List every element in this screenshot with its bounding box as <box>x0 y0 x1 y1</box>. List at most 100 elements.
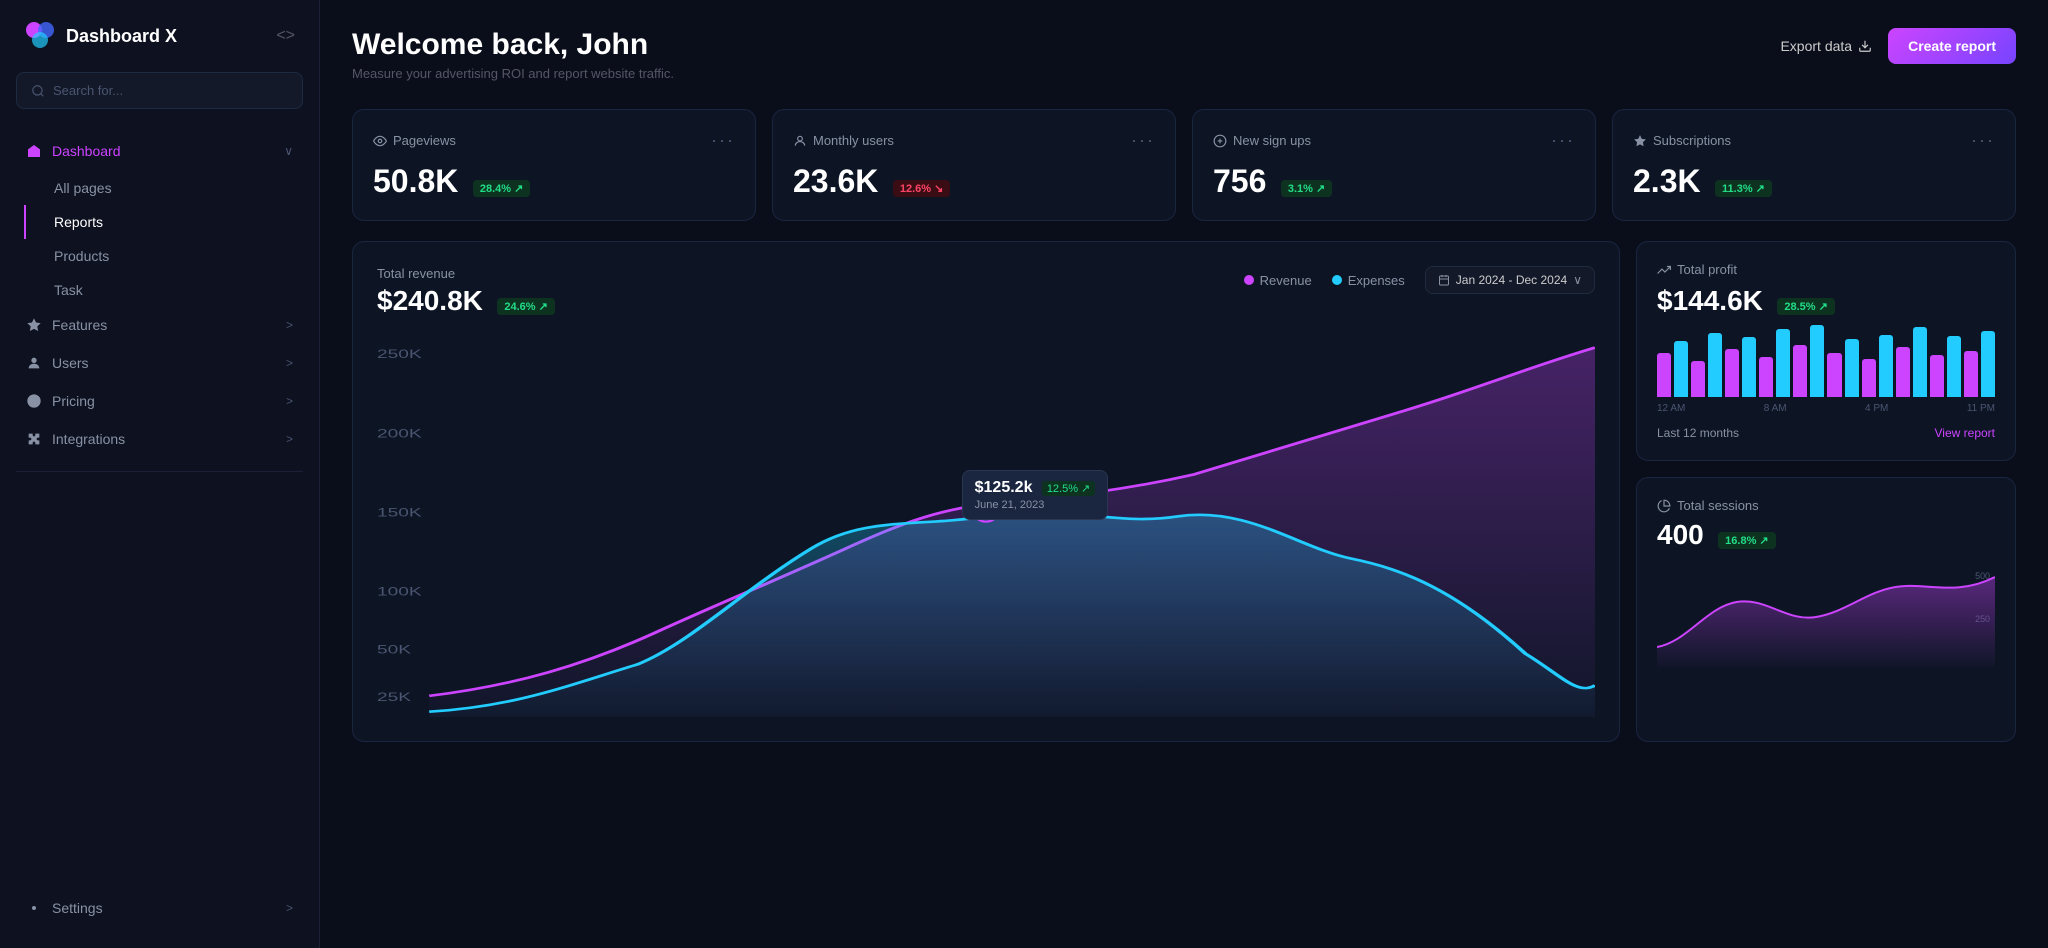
svg-text:150K: 150K <box>377 507 422 519</box>
sessions-chart-svg: 500 250 <box>1657 567 1995 667</box>
bar-item <box>1776 329 1790 397</box>
bar-item <box>1896 347 1910 397</box>
dollar-icon <box>26 393 42 409</box>
stats-grid: Pageviews ··· 50.8K 28.4% ↗ Monthly user… <box>352 109 2016 221</box>
bar-item <box>1810 325 1824 397</box>
legend-dot-revenue <box>1244 275 1254 285</box>
download-icon <box>1858 39 1872 53</box>
person-icon <box>793 134 807 148</box>
search-placeholder: Search for... <box>53 83 123 98</box>
sidebar-item-users-label: Users <box>52 355 89 371</box>
sidebar-item-integrations-label: Integrations <box>52 431 125 447</box>
bar-item <box>1708 333 1722 397</box>
header-text: Welcome back, John Measure your advertis… <box>352 28 674 81</box>
date-range-label: Jan 2024 - Dec 2024 <box>1456 273 1567 287</box>
revenue-right: Revenue Expenses Jan 2024 - Dec 2024 ∨ <box>1244 266 1595 294</box>
bar-item <box>1657 353 1671 397</box>
sidebar-item-dashboard[interactable]: Dashboard ∨ <box>12 133 307 169</box>
stat-menu-signups[interactable]: ··· <box>1551 130 1575 151</box>
stat-title-subscriptions: Subscriptions <box>1633 133 1731 148</box>
logo-icon <box>24 20 56 52</box>
stat-card-pageviews: Pageviews ··· 50.8K 28.4% ↗ <box>352 109 756 221</box>
sidebar-sub-reports[interactable]: Reports <box>24 205 307 239</box>
chevron-right-icon: > <box>286 318 293 332</box>
bar-item <box>1674 341 1688 397</box>
bar-item <box>1947 336 1961 397</box>
svg-text:25K: 25K <box>377 692 412 704</box>
sidebar-sub-task[interactable]: Task <box>24 273 307 307</box>
sidebar-item-dashboard-label: Dashboard <box>52 143 121 159</box>
sidebar-item-pricing-label: Pricing <box>52 393 95 409</box>
sidebar-sub-all-pages[interactable]: All pages <box>24 171 307 205</box>
stat-badge-pageviews: 28.4% ↗ <box>473 180 530 197</box>
revenue-badge: 24.6% ↗ <box>497 298 554 315</box>
sidebar-sub-products[interactable]: Products <box>24 239 307 273</box>
sidebar-item-pricing[interactable]: Pricing > <box>12 383 307 419</box>
eye-icon <box>373 134 387 148</box>
main-nav: Dashboard ∨ All pages Reports Products T… <box>0 133 319 459</box>
chevron-right-icon: > <box>286 901 293 915</box>
revenue-value: $240.8K <box>377 285 483 316</box>
revenue-chart-svg: 250K 200K 150K 100K 50K 25K <box>377 337 1595 717</box>
create-report-button[interactable]: Create report <box>1888 28 2016 64</box>
stat-badge-signups: 3.1% ↗ <box>1281 180 1332 197</box>
sidebar-item-settings[interactable]: Settings > <box>12 890 307 926</box>
sidebar-item-features[interactable]: Features > <box>12 307 307 343</box>
star-icon <box>26 317 42 333</box>
sidebar-bottom: Settings > <box>0 890 319 928</box>
profit-card: Total profit $144.6K 28.5% ↗ 12 AM 8 AM … <box>1636 241 2016 461</box>
header-actions: Export data Create report <box>1780 28 2016 64</box>
bar-item <box>1845 339 1859 397</box>
stat-menu-monthly-users[interactable]: ··· <box>1131 130 1155 151</box>
stat-card-monthly-users: Monthly users ··· 23.6K 12.6% ↘ <box>772 109 1176 221</box>
stat-badge-monthly-users: 12.6% ↘ <box>893 180 950 197</box>
view-report-link[interactable]: View report <box>1935 426 1995 440</box>
revenue-chart-area: 250K 200K 150K 100K 50K 25K <box>377 337 1595 717</box>
right-column: Total profit $144.6K 28.5% ↗ 12 AM 8 AM … <box>1636 241 2016 742</box>
profit-badge: 28.5% ↗ <box>1777 298 1834 315</box>
stat-title-monthly-users: Monthly users <box>793 133 894 148</box>
page-subtitle: Measure your advertising ROI and report … <box>352 66 674 81</box>
stat-value-signups: 756 <box>1213 163 1266 199</box>
export-data-button[interactable]: Export data <box>1780 38 1872 54</box>
date-range-picker[interactable]: Jan 2024 - Dec 2024 ∨ <box>1425 266 1595 294</box>
star-icon <box>1633 134 1647 148</box>
bar-item <box>1759 357 1773 397</box>
svg-text:50K: 50K <box>377 644 412 656</box>
sidebar-item-features-label: Features <box>52 317 107 333</box>
main-content: Welcome back, John Measure your advertis… <box>320 0 2048 948</box>
profit-footer: Last 12 months View report <box>1657 426 1995 440</box>
calendar-icon <box>1438 274 1450 286</box>
bar-item <box>1691 361 1705 397</box>
stat-title-pageviews: Pageviews <box>373 133 456 148</box>
pie-chart-icon <box>1657 499 1671 513</box>
profit-bar-chart <box>1657 317 1995 397</box>
sessions-header: Total sessions <box>1657 498 1995 513</box>
sidebar-item-users[interactable]: Users > <box>12 345 307 381</box>
bar-item <box>1913 327 1927 397</box>
sidebar-logo: Dashboard X <> <box>0 20 319 72</box>
revenue-label: Total revenue <box>377 266 555 281</box>
profit-header: Total profit <box>1657 262 1995 277</box>
search-box[interactable]: Search for... <box>16 72 303 109</box>
chevron-down-icon: ∨ <box>284 144 293 158</box>
bar-item <box>1742 337 1756 397</box>
sidebar-item-integrations[interactable]: Integrations > <box>12 421 307 457</box>
svg-text:200K: 200K <box>377 428 422 440</box>
page-title: Welcome back, John <box>352 28 674 62</box>
stat-menu-pageviews[interactable]: ··· <box>711 130 735 151</box>
sessions-chart-area: 500 250 <box>1657 567 1995 667</box>
puzzle-icon <box>26 431 42 447</box>
stat-value-pageviews: 50.8K <box>373 163 458 199</box>
collapse-button[interactable]: <> <box>276 27 295 45</box>
legend-dot-expenses <box>1332 275 1342 285</box>
sidebar-item-settings-label: Settings <box>52 900 103 916</box>
sessions-value: 400 <box>1657 519 1704 550</box>
stat-card-subscriptions: Subscriptions ··· 2.3K 11.3% ↗ <box>1612 109 2016 221</box>
chevron-right-icon: > <box>286 356 293 370</box>
bar-item <box>1827 353 1841 397</box>
stat-menu-subscriptions[interactable]: ··· <box>1971 130 1995 151</box>
app-name: Dashboard X <box>66 26 177 47</box>
sidebar-divider <box>16 471 303 472</box>
revenue-left: Total revenue $240.8K 24.6% ↗ <box>377 266 555 317</box>
